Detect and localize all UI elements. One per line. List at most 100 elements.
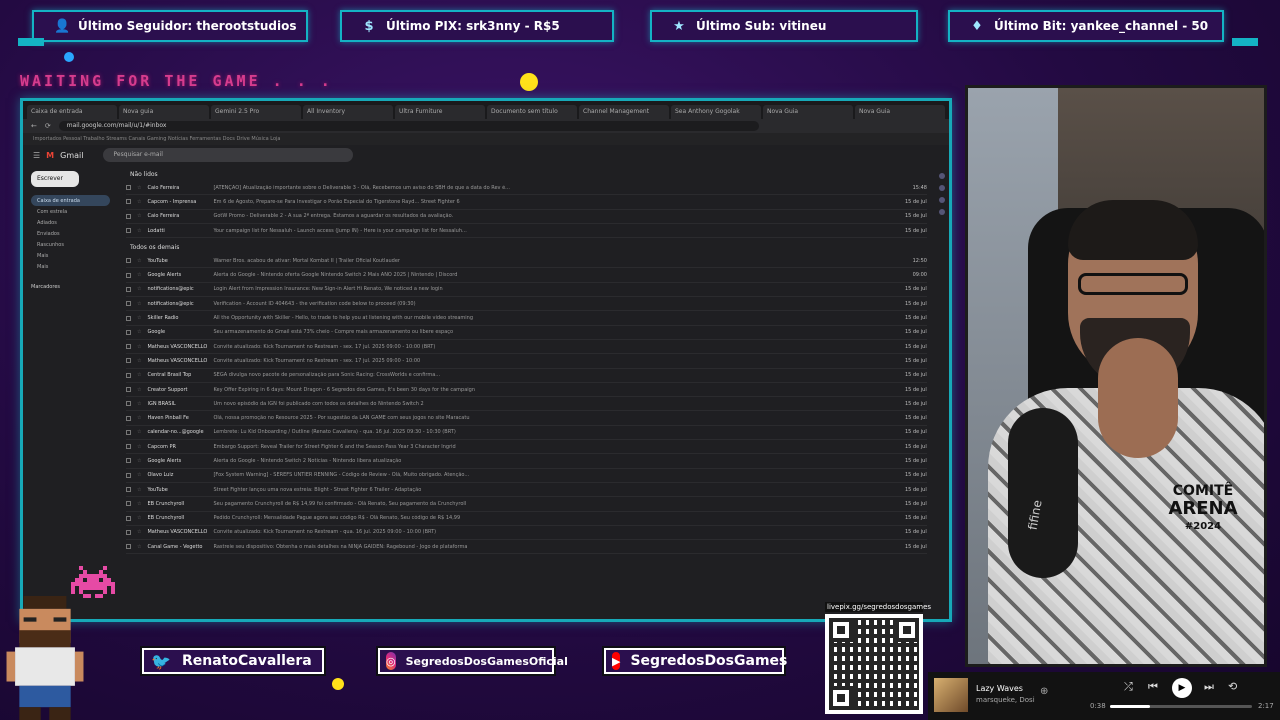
section-all[interactable]: Todos os demais (126, 238, 927, 254)
star-icon[interactable]: ☆ (137, 401, 141, 407)
album-art[interactable] (934, 678, 968, 712)
mail-row[interactable]: ☆ Canal Game - Vegetto Rastreie seu dispos… (126, 540, 927, 555)
previous-icon[interactable]: ⏮ (1148, 680, 1158, 694)
track-artist[interactable]: marsqueke, Dosi (976, 696, 1035, 704)
url-field[interactable]: mail.google.com/mail/u/1/#inbox (58, 121, 759, 131)
calendar-icon[interactable] (939, 173, 945, 179)
mail-row[interactable]: ☆ notifications@epic Login Alert from Impr… (126, 283, 927, 298)
mail-row[interactable]: ☆ Caio Ferreira [ATENÇÃO] Atualização impo… (126, 181, 927, 196)
browser-tab[interactable]: All Inventory (303, 105, 393, 119)
star-icon[interactable]: ☆ (137, 501, 141, 507)
row-checkbox[interactable] (126, 272, 131, 278)
row-checkbox[interactable] (126, 301, 131, 307)
track-title[interactable]: Lazy Waves (976, 684, 1023, 693)
row-checkbox[interactable] (126, 315, 131, 321)
row-checkbox[interactable] (126, 501, 131, 507)
mail-row[interactable]: ☆ Capcom PR Embargo Support: Reveal Traile… (126, 440, 927, 455)
star-icon[interactable]: ☆ (137, 329, 141, 335)
browser-tab[interactable]: Sea Anthony Gogolak (671, 105, 761, 119)
star-icon[interactable]: ☆ (137, 344, 141, 350)
star-icon[interactable]: ☆ (137, 228, 141, 234)
star-icon[interactable]: ☆ (137, 213, 141, 219)
mail-row[interactable]: ☆ calendar-no...@google Lembrete: Lu Kid O… (126, 426, 927, 441)
row-checkbox[interactable] (126, 401, 131, 407)
sidebar-item[interactable]: Mais (31, 250, 110, 261)
star-icon[interactable]: ☆ (137, 529, 141, 535)
play-button[interactable]: ▶ (1172, 678, 1192, 698)
mail-row[interactable]: ☆ Central Brasil Top SEGA divulga novo pac… (126, 369, 927, 383)
row-checkbox[interactable] (126, 429, 131, 435)
next-icon[interactable]: ⏭ (1204, 680, 1214, 694)
star-icon[interactable]: ☆ (137, 358, 141, 364)
star-icon[interactable]: ☆ (137, 387, 141, 393)
row-checkbox[interactable] (126, 515, 131, 521)
row-checkbox[interactable] (126, 358, 131, 364)
sidebar-item[interactable]: Adiados (31, 217, 110, 228)
browser-tab[interactable]: Documento sem título (487, 105, 577, 119)
mail-row[interactable]: ☆ YouTube Street Fighter lançou uma nova e… (126, 483, 927, 498)
compose-button[interactable]: Escrever (31, 171, 79, 187)
mail-row[interactable]: ☆ Lodatti Your campaign list for Nessaluh … (126, 224, 927, 239)
browser-tab[interactable]: Nova Guia (763, 105, 853, 119)
sidebar-item[interactable]: Rascunhos (31, 239, 110, 250)
section-unread[interactable]: Não lidos (126, 165, 927, 181)
row-checkbox[interactable] (126, 529, 131, 535)
mail-row[interactable]: ☆ Google Alerts Alerta do Google - Nintend… (126, 268, 927, 283)
mail-row[interactable]: ☆ notifications@epic Verification - Accoun… (126, 297, 927, 312)
star-icon[interactable]: ☆ (137, 301, 141, 307)
row-checkbox[interactable] (126, 199, 131, 205)
star-icon[interactable]: ☆ (137, 185, 141, 191)
mail-row[interactable]: ☆ Haven Pinball Fe Olá, nossa promoção no … (126, 411, 927, 426)
mail-row[interactable]: ☆ EB Crunchyroll Pedido Crunchyroll: Mensa… (126, 512, 927, 526)
star-icon[interactable]: ☆ (137, 544, 141, 550)
star-icon[interactable]: ☆ (137, 444, 141, 450)
mail-row[interactable]: ☆ IGN BRASIL Um novo episódio da IGN foi p… (126, 397, 927, 412)
row-checkbox[interactable] (126, 372, 131, 378)
row-checkbox[interactable] (126, 213, 131, 219)
row-checkbox[interactable] (126, 228, 131, 234)
menu-icon[interactable]: ☰ (33, 151, 40, 160)
mail-row[interactable]: ☆ Caio Ferreira GotW Promo - Deliverable 2… (126, 210, 927, 224)
row-checkbox[interactable] (126, 185, 131, 191)
contacts-icon[interactable] (939, 209, 945, 215)
browser-tab[interactable]: Gemini 2.5 Pro (211, 105, 301, 119)
browser-tab[interactable]: Nova Guia (855, 105, 945, 119)
star-icon[interactable]: ☆ (137, 372, 141, 378)
mail-row[interactable]: ☆ Google Alerts Alerta do Google - Nintend… (126, 454, 927, 469)
star-icon[interactable]: ☆ (137, 515, 141, 521)
repeat-icon[interactable]: ⟲ (1228, 680, 1237, 693)
star-icon[interactable]: ☆ (137, 487, 141, 493)
gmail-search-input[interactable]: Pesquisar e-mail (103, 148, 354, 162)
star-icon[interactable]: ☆ (137, 472, 141, 478)
mail-row[interactable]: ☆ Matheus VASCONCELLOS Convite atualizado:… (126, 526, 927, 541)
mail-row[interactable]: ☆ Matheus VASCONCELLOS Convite atualizado:… (126, 354, 927, 369)
mail-row[interactable]: ☆ Creator Support Key Offer Expiring in 6 … (126, 383, 927, 398)
mail-row[interactable]: ☆ Olavo Luiz [Fox System Warning] - SEREFS… (126, 469, 927, 483)
mail-row[interactable]: ☆ Skiller Radio All the Opportunity with S… (126, 311, 927, 326)
row-checkbox[interactable] (126, 329, 131, 335)
browser-tab[interactable]: Caixa de entrada (27, 105, 117, 119)
row-checkbox[interactable] (126, 544, 131, 550)
tasks-icon[interactable] (939, 197, 945, 203)
sidebar-item[interactable]: Com estrela (31, 206, 110, 217)
star-icon[interactable]: ☆ (137, 199, 141, 205)
sidebar-item[interactable]: Enviados (31, 228, 110, 239)
star-icon[interactable]: ☆ (137, 258, 141, 264)
browser-tab[interactable]: Nova guia (119, 105, 209, 119)
row-checkbox[interactable] (126, 444, 131, 450)
keep-icon[interactable] (939, 185, 945, 191)
mail-row[interactable]: ☆ Capcom - Imprensa Em 6 de Agosto, Prepar… (126, 195, 927, 210)
star-icon[interactable]: ☆ (137, 315, 141, 321)
browser-tab[interactable]: Ultra Furniture (395, 105, 485, 119)
playback-progress[interactable] (1110, 705, 1252, 708)
mail-row[interactable]: ☆ Matheus VASCONCELLOS Convite atualizado:… (126, 340, 927, 355)
row-checkbox[interactable] (126, 344, 131, 350)
reload-icon[interactable]: ⟳ (45, 122, 51, 130)
row-checkbox[interactable] (126, 415, 131, 421)
star-icon[interactable]: ☆ (137, 272, 141, 278)
browser-window[interactable]: Caixa de entrada Nova guia Gemini 2.5 Pro A… (20, 98, 952, 622)
star-icon[interactable]: ☆ (137, 415, 141, 421)
sidebar-item[interactable]: Caixa de entrada (31, 195, 110, 206)
row-checkbox[interactable] (126, 487, 131, 493)
row-checkbox[interactable] (126, 458, 131, 464)
